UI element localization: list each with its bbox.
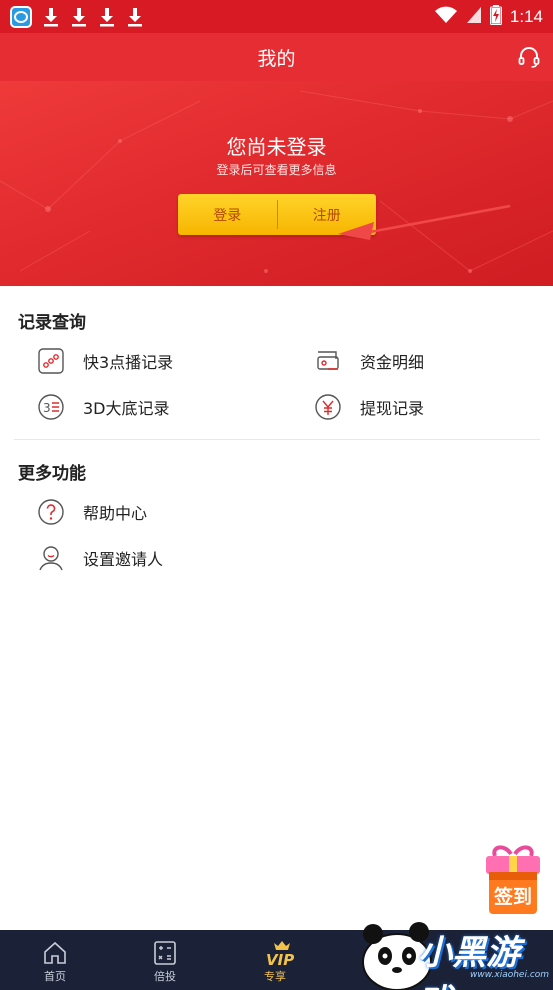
- menu-label: 帮助中心: [83, 504, 148, 523]
- wifi-icon: [434, 6, 458, 28]
- battery-charging-icon: [489, 4, 502, 29]
- home-icon: [42, 940, 68, 966]
- menu-item-3d-record[interactable]: 3 3D大底记录: [37, 390, 170, 424]
- login-button[interactable]: 登录: [178, 194, 277, 235]
- records-section-title: 记录查询: [18, 313, 86, 333]
- watermark-url: www.xiaohei.com: [470, 970, 550, 980]
- not-logged-in-title: 您尚未登录: [226, 135, 327, 159]
- page-title: 我的: [257, 47, 296, 70]
- download-icon: [70, 7, 88, 27]
- menu-label: 设置邀请人: [83, 550, 164, 569]
- login-banner: 您尚未登录 登录后可查看更多信息 登录 注册: [0, 81, 553, 286]
- section-divider: [14, 439, 540, 440]
- yuan-icon: [314, 393, 342, 421]
- pointer-arrow-annotation: [338, 204, 511, 240]
- nav-label: 倍投: [154, 970, 176, 983]
- menu-label: 资金明细: [360, 353, 425, 372]
- menu-item-help-center[interactable]: 帮助中心: [37, 495, 147, 529]
- nav-multiplier[interactable]: 倍投: [110, 930, 220, 990]
- headset-icon[interactable]: [517, 45, 541, 69]
- my-profile-screen: 1:14 我的 您尚未登录 登录后可查看更多信息 登录 注册 记录查询 快3点播…: [0, 0, 553, 990]
- nav-home[interactable]: 首页: [0, 930, 110, 990]
- nav-label: 首页: [44, 970, 66, 983]
- menu-item-fund-details[interactable]: 资金明细: [314, 344, 424, 378]
- more-section-title: 更多功能: [18, 464, 86, 484]
- daily-signin-button[interactable]: 签到: [478, 842, 548, 918]
- top-app-bar: 我的: [0, 33, 553, 81]
- menu-label: 3D大底记录: [83, 399, 170, 418]
- download-icon: [126, 7, 144, 27]
- menu-label: 提现记录: [360, 399, 425, 418]
- vip-icon: VIP: [262, 940, 294, 969]
- svg-text:VIP: VIP: [266, 951, 294, 966]
- menu-item-set-inviter[interactable]: 设置邀请人: [37, 541, 163, 575]
- svg-text:3: 3: [43, 401, 51, 415]
- download-icon: [98, 7, 116, 27]
- signal-icon: [466, 6, 482, 28]
- nav-vip[interactable]: VIP 专享: [220, 930, 330, 990]
- watermark-text: 小黑游戏: [418, 933, 520, 990]
- app-icon: [10, 5, 32, 28]
- calculator-icon: [152, 940, 178, 966]
- menu-item-withdraw-record[interactable]: 提现记录: [314, 390, 424, 424]
- clock-time: 1:14: [509, 6, 543, 26]
- download-icon: [42, 7, 60, 27]
- 3d-record-icon: 3: [37, 393, 65, 421]
- signin-label: 签到: [493, 886, 532, 908]
- help-icon: [37, 498, 65, 526]
- menu-item-k3-record[interactable]: 快3点播记录: [37, 344, 173, 378]
- wallet-icon: [314, 347, 342, 375]
- k3-record-icon: [37, 347, 65, 375]
- person-icon: [37, 544, 65, 572]
- menu-label: 快3点播记录: [83, 353, 174, 372]
- not-logged-in-subtitle: 登录后可查看更多信息: [216, 163, 337, 177]
- nav-label: 专享: [264, 970, 286, 983]
- banner-network-decoration: [0, 90, 553, 273]
- status-bar: 1:14: [0, 0, 553, 33]
